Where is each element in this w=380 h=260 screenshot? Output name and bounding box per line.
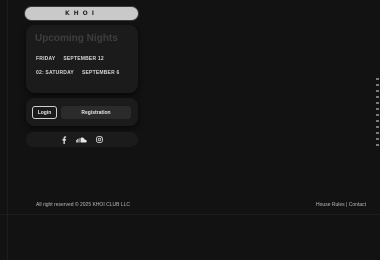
night-date: SEPTEMBER 12 (63, 56, 104, 62)
soundcloud-icon[interactable] (76, 137, 87, 143)
logo-text: KHOI (64, 10, 98, 17)
upcoming-title: Upcoming Nights (35, 33, 118, 44)
upcoming-nights-card: Upcoming Nights FRIDAY SEPTEMBER 12 02: S… (26, 25, 138, 93)
auth-card: Login Registration (26, 98, 138, 126)
footer-divider (0, 214, 380, 215)
house-rules-link[interactable]: House Rules (316, 202, 345, 208)
registration-button[interactable]: Registration (61, 106, 131, 119)
facebook-icon[interactable] (61, 135, 67, 144)
night-date: SEPTEMBER 6 (81, 70, 120, 76)
instagram-icon[interactable] (96, 136, 103, 143)
login-button[interactable]: Login (32, 106, 57, 119)
footer-separator: | (346, 202, 348, 208)
contact-link[interactable]: Contact (349, 202, 366, 208)
night-item-2[interactable]: 02: SATURDAY SEPTEMBER 6 (36, 70, 119, 76)
right-edge-marks (376, 78, 380, 178)
copyright-text: All right reserved © 2025 KHOI CLUB LLC (36, 202, 131, 208)
page: KHOI Upcoming Nights FRIDAY SEPTEMBER 12 … (0, 0, 380, 260)
night-item-1[interactable]: FRIDAY SEPTEMBER 12 (36, 56, 104, 62)
left-divider (7, 0, 8, 260)
logo-pill[interactable]: KHOI (25, 7, 138, 20)
night-day: FRIDAY (36, 56, 56, 62)
social-links (26, 132, 138, 147)
night-day: 02: SATURDAY (36, 70, 74, 76)
footer-links: House Rules | Contact (316, 202, 366, 208)
